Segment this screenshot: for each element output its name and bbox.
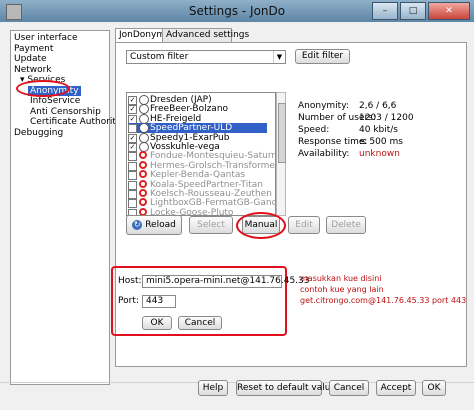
manual-ok-button[interactable]: OK [142,316,172,330]
server-unavailable-icon [139,198,147,207]
port-label: Port: [118,296,139,306]
availability-value: unknown [359,149,400,159]
scrollbar-thumb[interactable] [278,103,286,163]
dialog-body: User interface Payment Update Network ▾ … [0,22,474,410]
filter-select[interactable]: Custom filter ▼ [126,50,286,64]
server-list[interactable]: ✓ Dresden (JAP) ✓ FreeBeer-Bolzano ✓ HE-Freig… [126,92,276,216]
maximize-button[interactable]: □ [400,2,426,20]
annotation-line-2: contoh kue yang lain [300,285,384,294]
server-unavailable-icon [139,160,147,169]
reload-button[interactable]: ↻ Reload [126,215,182,235]
highlight-circle-manual [236,212,286,239]
server-list-scrollbar[interactable] [276,92,286,216]
annotation-line-3: get.citrongo.com@141.76.45.33 port 443 [300,296,467,305]
tab-jondonym[interactable]: JonDonym [115,28,167,42]
reset-defaults-button[interactable]: Reset to default values [236,380,341,396]
server-unavailable-icon [139,170,147,179]
host-label: Host: [118,276,142,286]
cancel-button[interactable]: Cancel [329,380,369,396]
delete-button[interactable]: Delete [326,216,366,234]
tree-item-anti-censorship[interactable]: Anti Censorship [14,107,106,118]
close-button[interactable]: ✕ [428,2,470,20]
tab-advanced-settings[interactable]: Advanced settings [162,28,249,42]
annotation-line-1: masukkan kue disini [300,274,382,283]
minimize-button[interactable]: – [372,2,398,20]
title-bar: Settings - JonDo – □ ✕ [0,0,474,22]
accept-button[interactable]: Accept [376,380,416,396]
highlight-circle-anonymity [16,80,70,97]
tree-item-network[interactable]: Network [14,65,106,76]
ok-button[interactable]: OK [422,380,446,396]
tree-item-infoservice[interactable]: InfoService [14,96,106,107]
tree-item-user-interface[interactable]: User interface [14,33,106,44]
tree-item-certificate-authorities[interactable]: Certificate Authorities [14,117,129,128]
refresh-icon: ↻ [132,219,143,230]
manual-cancel-button[interactable]: Cancel [178,316,222,330]
server-unavailable-icon [139,189,147,197]
help-button[interactable]: Help [198,380,228,396]
select-button[interactable]: Select [189,216,233,234]
edit-button[interactable]: Edit [288,216,320,234]
server-unavailable-icon [139,179,147,188]
tree-item-debugging[interactable]: Debugging [14,128,106,139]
port-input[interactable]: 443 [142,295,176,308]
host-input[interactable]: mini5.opera-mini.net@141.76.45.33 [142,275,310,288]
chevron-down-icon[interactable]: ▼ [273,51,285,63]
server-unavailable-icon [139,151,147,160]
edit-filter-button[interactable]: Edit filter [295,49,350,64]
tree-item-update[interactable]: Update [14,54,106,65]
tree-item-payment[interactable]: Payment [14,44,106,55]
